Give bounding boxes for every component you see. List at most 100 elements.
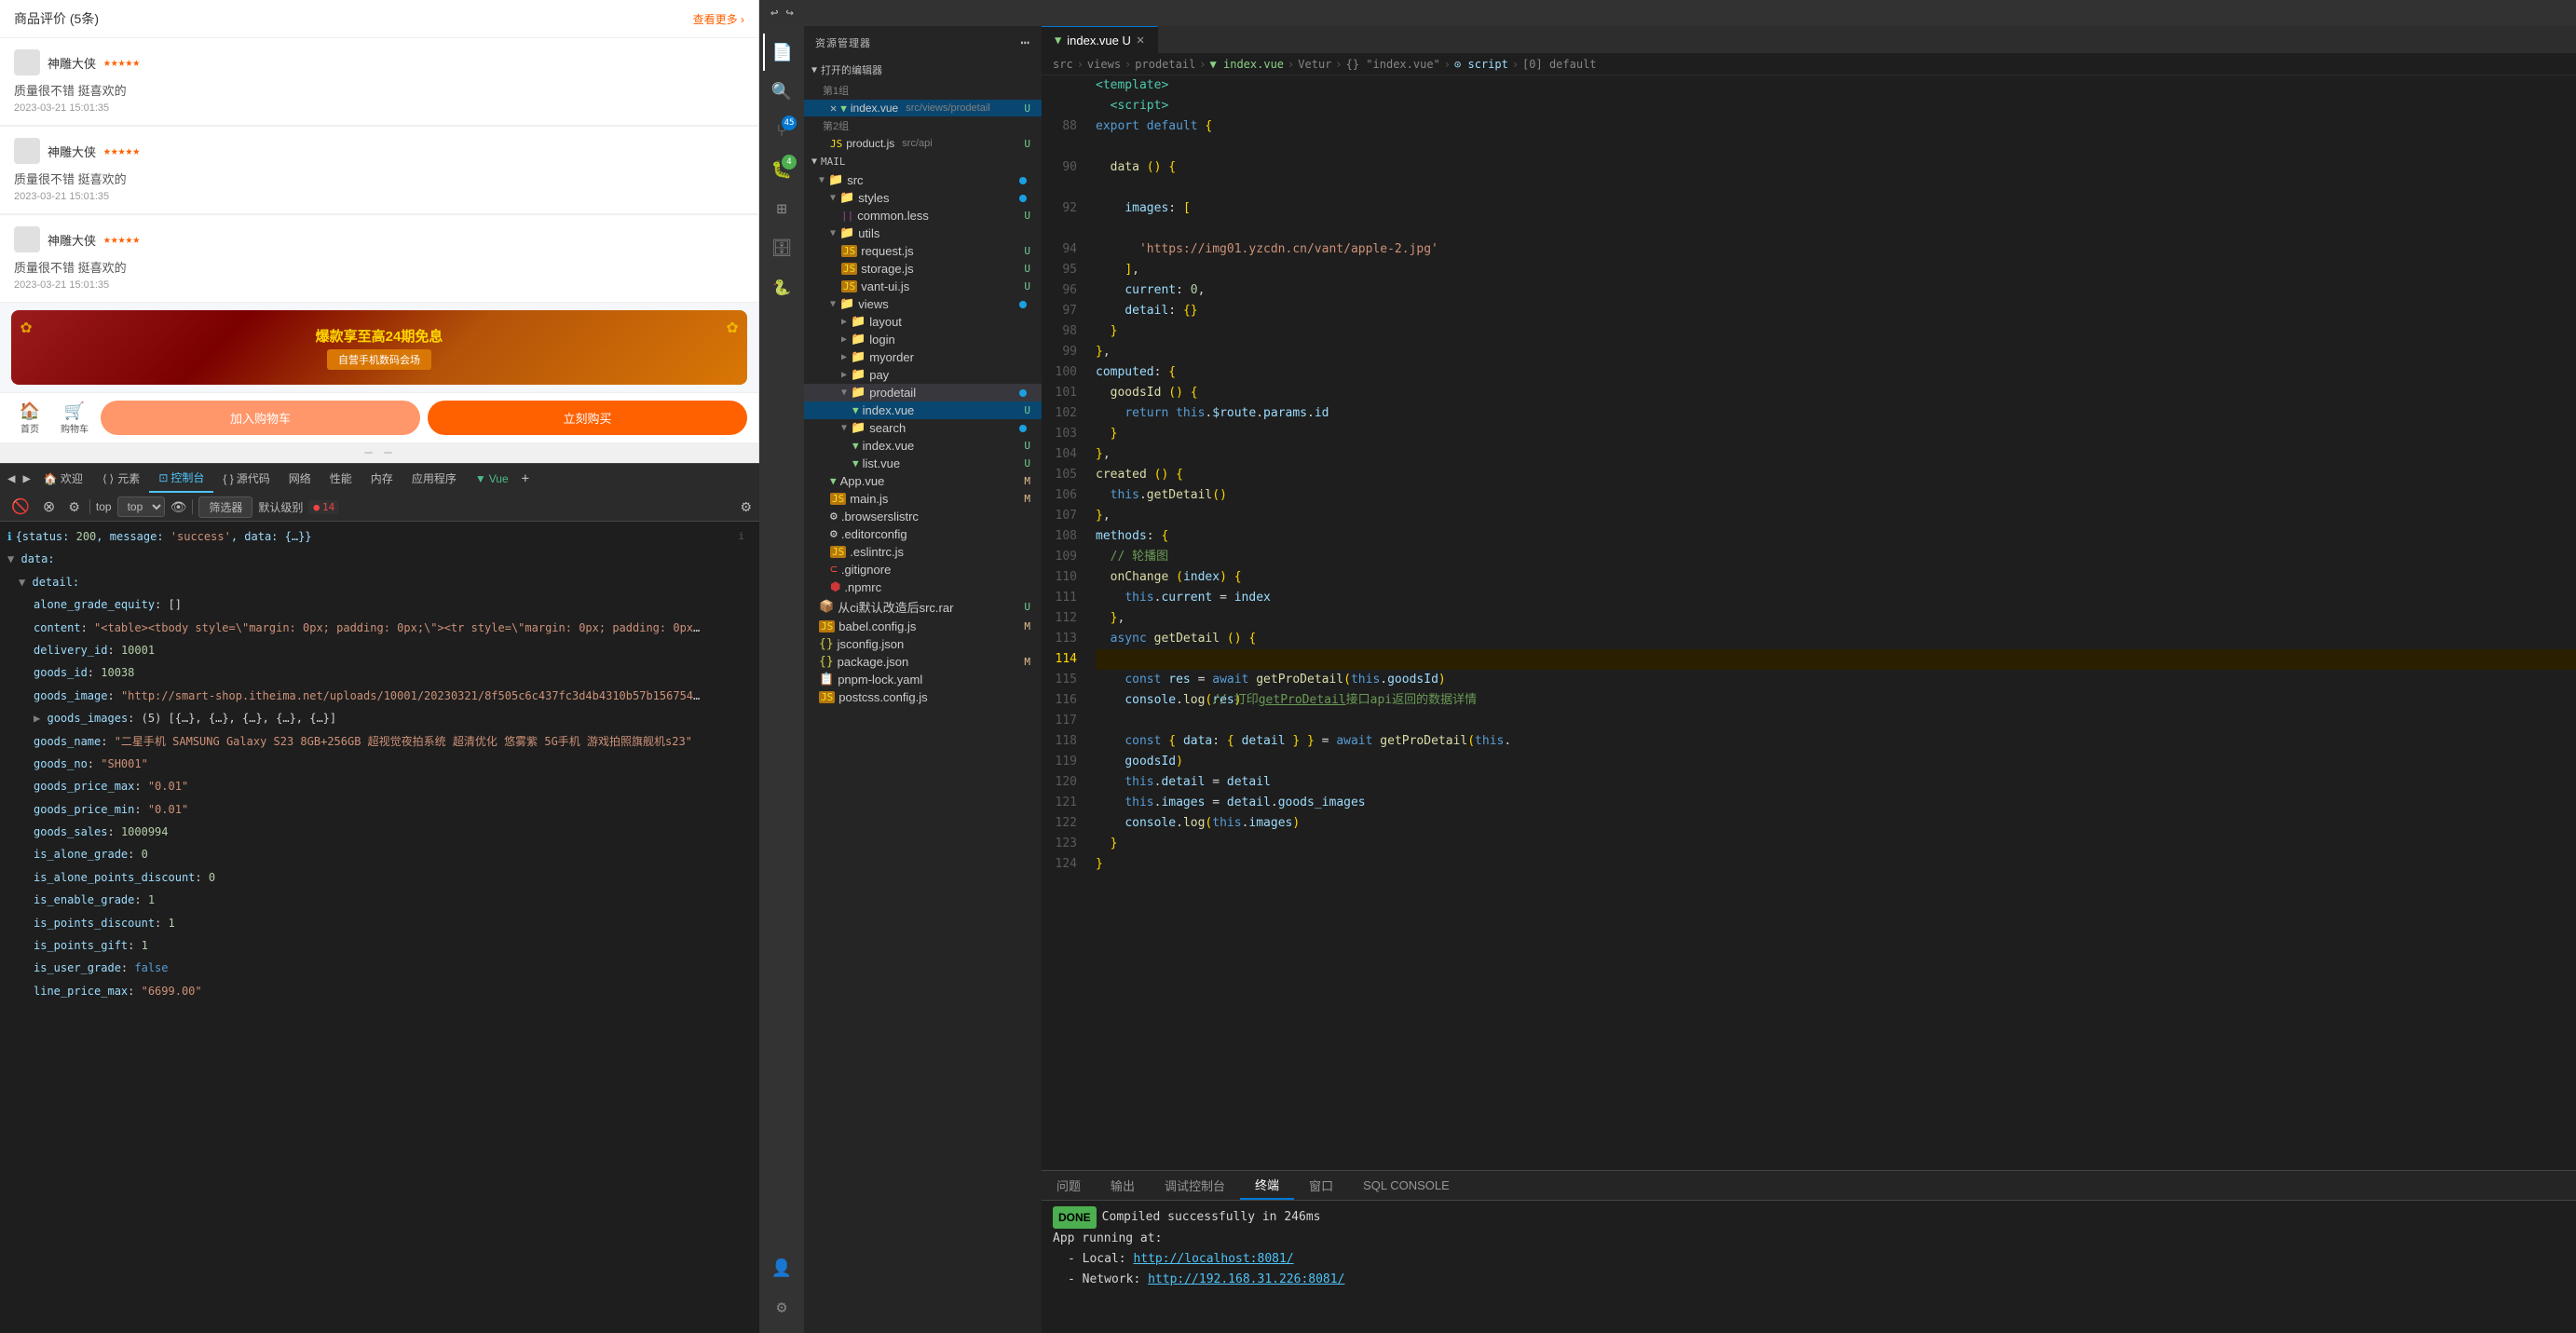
app-vue-label: App.vue xyxy=(840,474,885,488)
settings-btn[interactable]: ⚙ xyxy=(64,497,84,517)
panel-tab-terminal[interactable]: 终端 xyxy=(1240,1171,1294,1200)
cart-btn[interactable]: 🛒 购物车 xyxy=(56,401,93,435)
review-username-3: 神雕大侠 xyxy=(48,231,96,249)
section-title-mail[interactable]: ▼ MAIL xyxy=(804,152,1042,171)
filter-btn[interactable]: 筛选器 xyxy=(198,496,252,518)
tab-welcome[interactable]: 🏠 欢迎 xyxy=(34,465,92,492)
extensions-icon: ⊞ xyxy=(777,199,787,219)
tree-browserslistrc[interactable]: ⚙ .browserslistrc xyxy=(804,508,1042,525)
folder-icon-5: 📁 xyxy=(851,315,865,329)
tree-search-folder[interactable]: ▼ 📁 search xyxy=(804,419,1042,437)
tree-pay[interactable]: ▶ 📁 pay xyxy=(804,366,1042,384)
tree-login-folder[interactable]: ▶ 📁 login xyxy=(804,331,1042,348)
tab-sources[interactable]: { } 源代码 xyxy=(213,465,279,492)
tree-myorder[interactable]: ▶ 📁 myorder xyxy=(804,348,1042,366)
tree-from-default[interactable]: 📦 从ci默认改造后src.rar U xyxy=(804,596,1042,618)
section-title-open-editors[interactable]: ▼ 打开的编辑器 xyxy=(804,59,1042,81)
tree-npmrc[interactable]: ⬢ .npmrc xyxy=(804,578,1042,596)
tree-prodetail-index[interactable]: ▼ index.vue U xyxy=(804,401,1042,419)
tree-postcss[interactable]: JS postcss.config.js xyxy=(804,688,1042,706)
tree-package-json[interactable]: {} package.json M xyxy=(804,653,1042,671)
tree-vant-ui-js[interactable]: JS vant-ui.js U xyxy=(804,278,1042,295)
breadcrumb-script: ⊙ script xyxy=(1454,58,1508,71)
sidebar-more-icon[interactable]: ⋯ xyxy=(1020,34,1030,51)
breadcrumb-prodetail: prodetail xyxy=(1135,58,1195,71)
tree-prodetail[interactable]: ▼ 📁 prodetail xyxy=(804,384,1042,401)
activity-database[interactable]: 🗄 xyxy=(763,229,800,266)
block-btn[interactable]: ⊗ xyxy=(39,496,59,518)
add-cart-button[interactable]: 加入购物车 xyxy=(101,401,420,435)
close-file-icon[interactable]: ✕ xyxy=(830,102,837,115)
tab-console[interactable]: ⊡ 控制台 xyxy=(149,464,213,493)
tree-main-js[interactable]: JS main.js M xyxy=(804,490,1042,508)
tree-app-vue[interactable]: ▼ App.vue M xyxy=(804,472,1042,490)
tab-application[interactable]: 应用程序 xyxy=(402,465,466,492)
tree-request-js[interactable]: JS request.js U xyxy=(804,242,1042,260)
js-icon-req: JS xyxy=(841,245,857,257)
file-tree[interactable]: ▼ 打开的编辑器 第1组 ✕ ▼ index.vue src/views/pro… xyxy=(804,59,1042,1333)
tree-utils[interactable]: ▼ 📁 utils xyxy=(804,224,1042,242)
code-editor[interactable]: 88 90 92 94 95 96 97 98 99 100 101 102 1… xyxy=(1042,75,2576,1170)
tab-vue[interactable]: ▼ Vue xyxy=(466,467,518,491)
panel-tab-debug[interactable]: 调试控制台 xyxy=(1150,1172,1240,1199)
divider-handle[interactable]: — — xyxy=(0,442,758,463)
tree-pnpm-lock[interactable]: 📋 pnpm-lock.yaml xyxy=(804,671,1042,688)
folder-icon-3: 📁 xyxy=(839,226,854,240)
console-output[interactable]: ℹ {status: 200, message: 'success', data… xyxy=(0,522,759,1333)
tree-views[interactable]: ▼ 📁 views xyxy=(804,295,1042,313)
panel-tab-output[interactable]: 输出 xyxy=(1096,1172,1150,1199)
buy-now-button[interactable]: 立刻购买 xyxy=(428,401,747,435)
clear-console-btn[interactable]: 🚫 xyxy=(7,496,34,518)
open-file-index-vue[interactable]: ✕ ▼ index.vue src/views/prodetail U xyxy=(804,100,1042,116)
gear-btn[interactable]: ⚙ xyxy=(740,499,752,515)
devtools-back-btn[interactable]: ◀ xyxy=(4,466,19,492)
activity-debug[interactable]: 🐛 4 xyxy=(763,151,800,188)
context-dropdown[interactable]: top xyxy=(117,496,165,517)
tree-layout[interactable]: ▶ 📁 layout xyxy=(804,313,1042,331)
devtools-forward-btn[interactable]: ▶ xyxy=(19,466,34,492)
tree-list-vue[interactable]: ▼ list.vue U xyxy=(804,455,1042,472)
activity-explorer[interactable]: 📄 xyxy=(763,34,800,71)
tree-common-less[interactable]: || common.less U xyxy=(804,207,1042,224)
console-alone-grade-val: is_alone_grade: 0 xyxy=(0,843,759,865)
activity-git[interactable]: ⑂ 45 xyxy=(763,112,800,149)
tree-gitignore[interactable]: ⊂ .gitignore xyxy=(804,561,1042,578)
expand-arrow-3[interactable]: ▶ xyxy=(34,712,40,725)
view-more[interactable]: 查看更多 › xyxy=(693,11,744,27)
activity-account[interactable]: 👤 xyxy=(763,1249,800,1286)
tree-babel-config[interactable]: JS babel.config.js M xyxy=(804,618,1042,635)
activity-search[interactable]: 🔍 xyxy=(763,73,800,110)
tab-add[interactable]: + xyxy=(518,466,533,492)
tab-close-icon[interactable]: ✕ xyxy=(1137,33,1144,48)
forward-icon[interactable]: ↪ xyxy=(785,6,793,20)
tree-search-index[interactable]: ▼ index.vue U xyxy=(804,437,1042,455)
expand-arrow-2[interactable]: ▼ xyxy=(19,576,25,589)
home-btn[interactable]: 🏠 首页 xyxy=(11,401,48,435)
panel-tab-window[interactable]: 窗口 xyxy=(1294,1172,1348,1199)
history-icon[interactable]: ↩ xyxy=(770,6,778,20)
panel-content[interactable]: DONE Compiled successfully in 246ms App … xyxy=(1042,1201,2576,1333)
panel-tab-problems[interactable]: 问题 xyxy=(1042,1172,1096,1199)
tree-editorconfig[interactable]: ⚙ .editorconfig xyxy=(804,525,1042,543)
vue-icon-pro: ▼ xyxy=(852,404,859,416)
tree-jsconfig[interactable]: {} jsconfig.json xyxy=(804,635,1042,653)
editor-tab-index-vue[interactable]: ▼ index.vue U ✕ xyxy=(1042,26,1158,53)
tab-elements[interactable]: ⟨⟩ 元素 xyxy=(92,465,149,492)
tree-eslintrc[interactable]: JS .eslintrc.js xyxy=(804,543,1042,561)
expand-arrow[interactable]: ▼ xyxy=(7,552,14,565)
open-file-product-js[interactable]: JS product.js src/api U xyxy=(804,135,1042,152)
tab-network[interactable]: 网络 xyxy=(279,465,320,492)
tree-storage-js[interactable]: JS storage.js U xyxy=(804,260,1042,278)
group-1-label: 第1组 xyxy=(804,81,1042,100)
tab-memory[interactable]: 内存 xyxy=(361,465,402,492)
activity-settings[interactable]: ⚙ xyxy=(763,1288,800,1326)
tab-performance[interactable]: 性能 xyxy=(320,465,361,492)
activity-extensions[interactable]: ⊞ xyxy=(763,190,800,227)
tree-src[interactable]: ▼ 📁 src xyxy=(804,171,1042,189)
tree-styles[interactable]: ▼ 📁 styles xyxy=(804,189,1042,207)
local-url[interactable]: http://localhost:8081/ xyxy=(1133,1252,1293,1266)
activity-python[interactable]: 🐍 xyxy=(763,268,800,306)
eye-btn[interactable]: 👁 xyxy=(170,499,187,515)
network-url[interactable]: http://192.168.31.226:8081/ xyxy=(1148,1272,1344,1286)
panel-tab-sql[interactable]: SQL CONSOLE xyxy=(1348,1174,1465,1197)
